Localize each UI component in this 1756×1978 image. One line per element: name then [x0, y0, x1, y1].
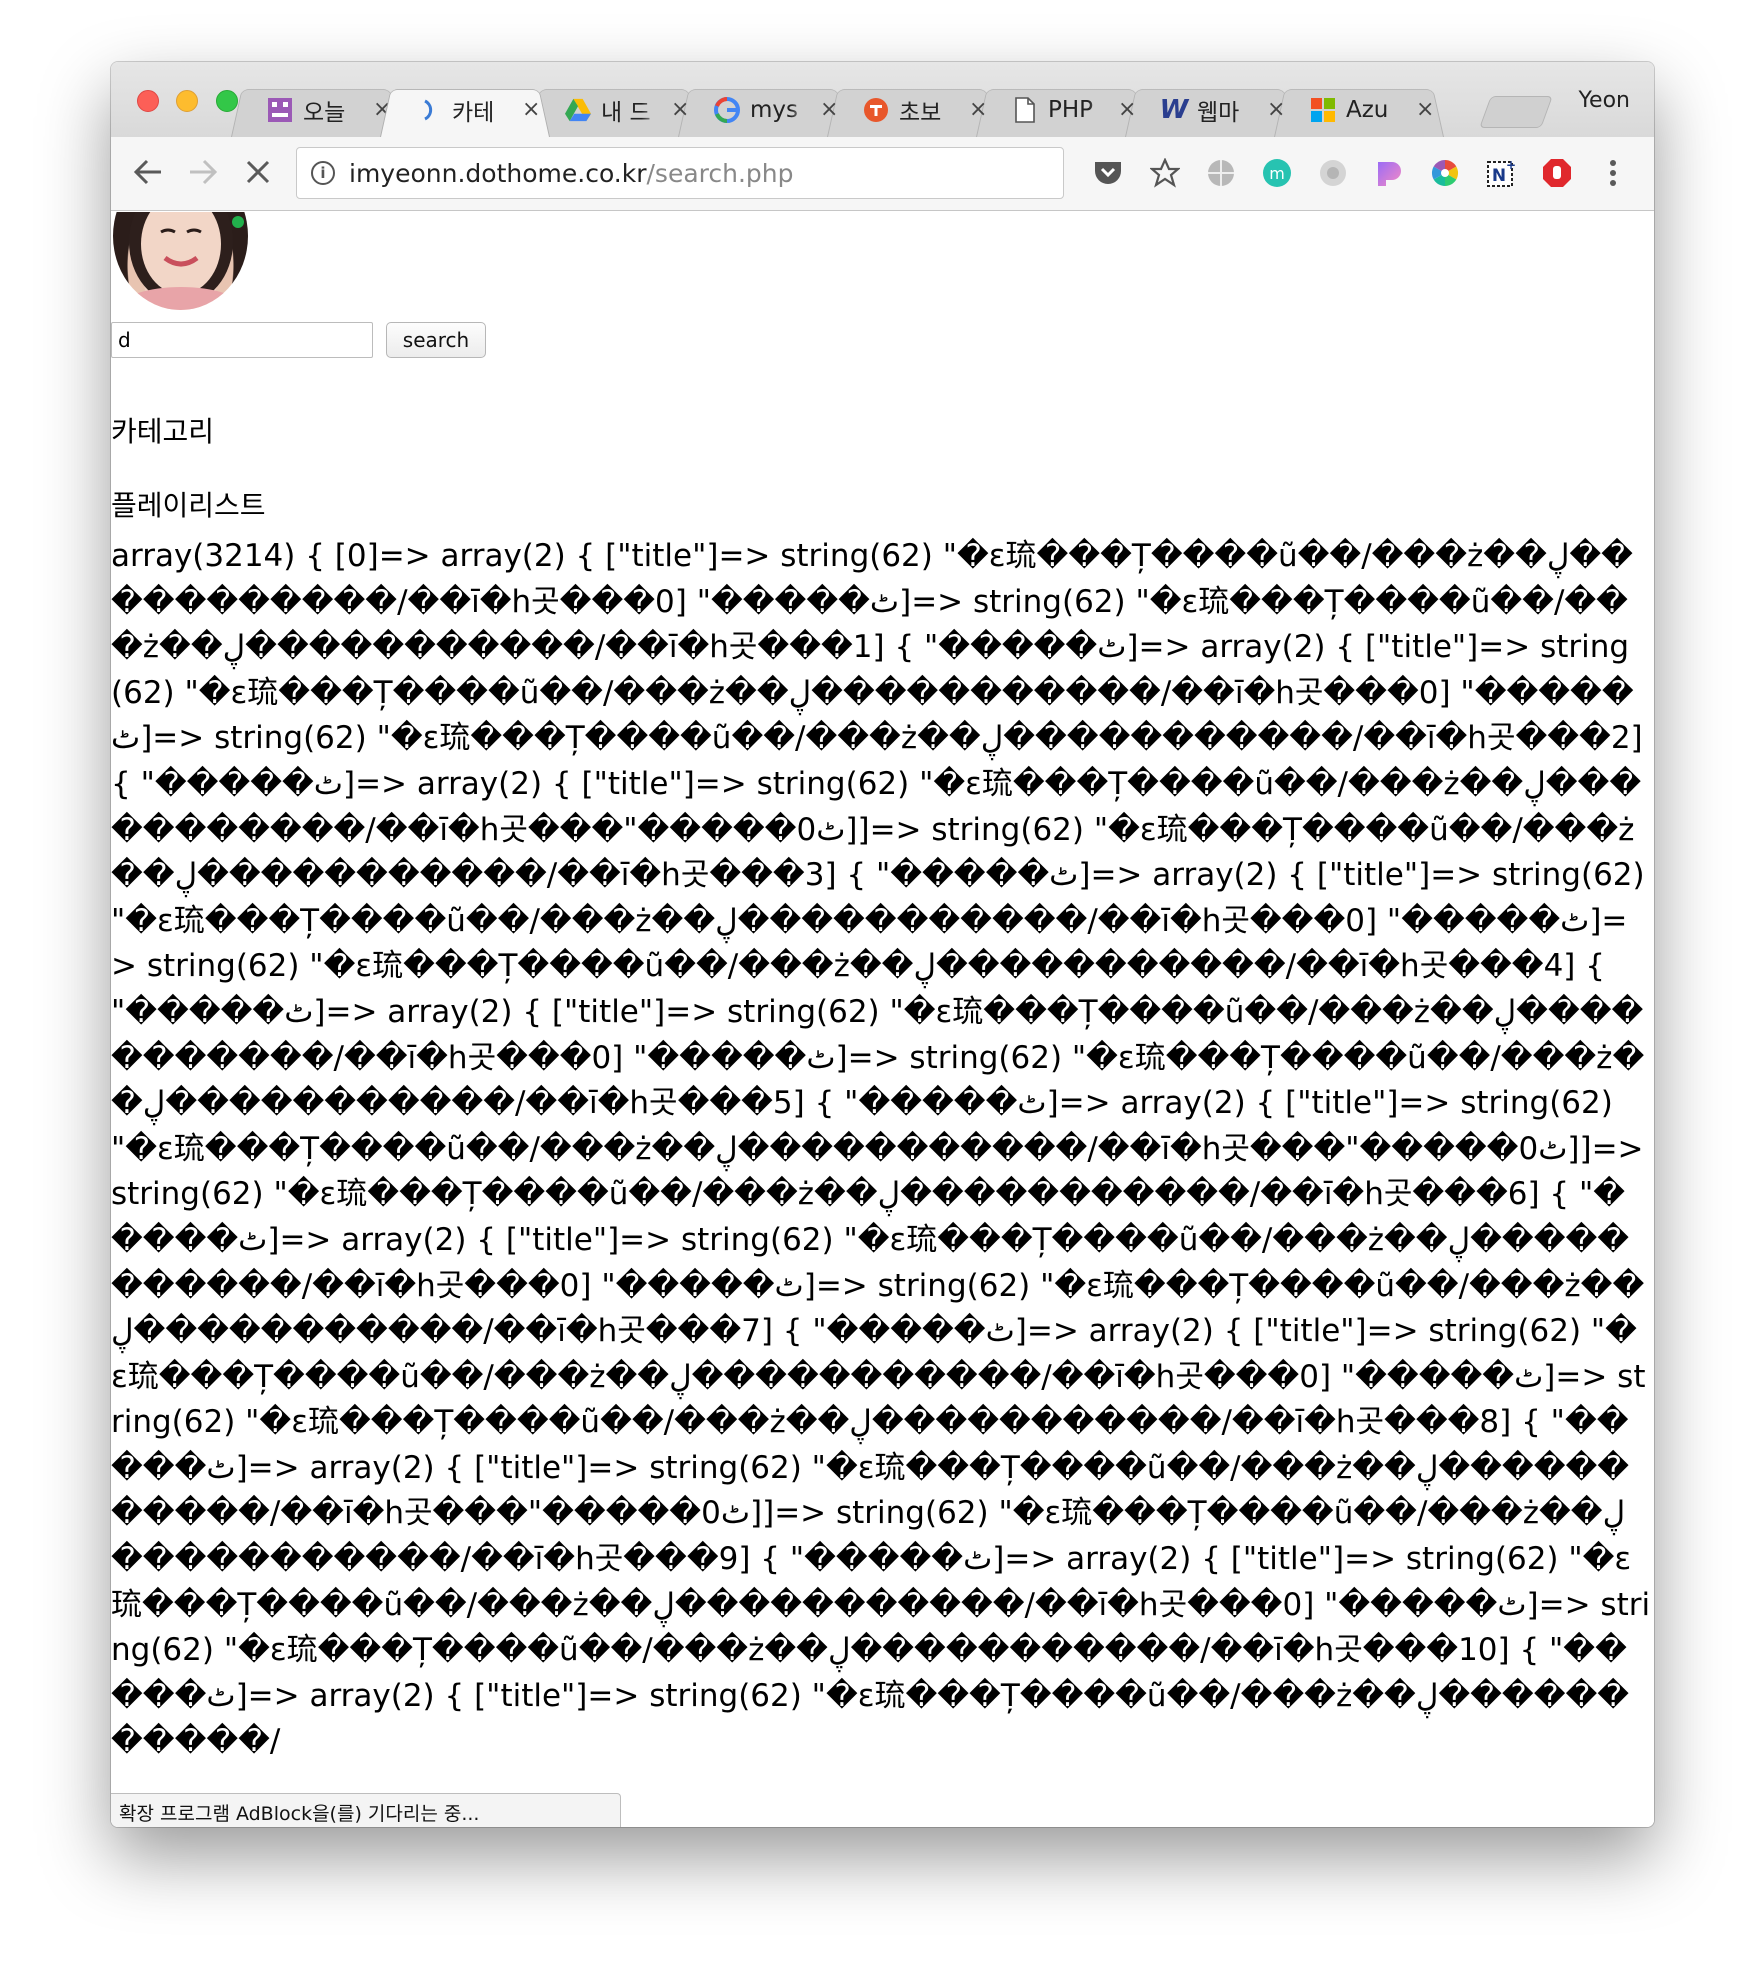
tab-close-icon[interactable]: ×: [1118, 97, 1136, 122]
svg-text:N: N: [1492, 166, 1506, 186]
tab-label: 카테: [452, 99, 495, 126]
search-button[interactable]: search: [386, 322, 486, 358]
tab-close-icon[interactable]: ×: [1416, 97, 1434, 122]
back-button[interactable]: [128, 152, 168, 192]
tab-label: 내 드: [601, 99, 651, 126]
minimize-window-button[interactable]: [176, 90, 198, 112]
tab-label: 웹마: [1197, 99, 1240, 126]
tab-label: 초보: [899, 99, 942, 126]
tab-close-icon[interactable]: ×: [671, 97, 689, 122]
tab-close-icon[interactable]: ×: [1267, 97, 1285, 122]
tab-drive[interactable]: 내 드 ×: [539, 82, 709, 137]
tab-label: Azu: [1346, 96, 1389, 123]
playlist-heading: 플레이리스트: [111, 489, 266, 522]
tab-php[interactable]: PHP ×: [986, 82, 1156, 137]
orange-t-icon: [863, 97, 889, 123]
loading-spinner-icon: [416, 97, 442, 123]
profile-name[interactable]: Yeon: [1579, 88, 1630, 113]
tab-label: mys: [750, 96, 798, 123]
gray-extension-icon[interactable]: [1316, 156, 1350, 190]
more-menu-icon[interactable]: [1596, 156, 1630, 190]
notion-clipper-icon[interactable]: N +: [1484, 156, 1518, 190]
stop-loading-button[interactable]: [238, 152, 278, 192]
pocket-icon[interactable]: [1091, 156, 1125, 190]
forward-arrow-icon: [190, 159, 218, 185]
info-icon[interactable]: i: [311, 161, 335, 185]
tab-beginner[interactable]: 초보 ×: [837, 82, 1007, 137]
new-tab-button[interactable]: [1479, 96, 1553, 128]
gradient-extension-icon[interactable]: [1372, 156, 1406, 190]
svg-text:m: m: [1269, 164, 1285, 183]
tab-strip: 오늘 × 카테 × 내 드 × mys × 초보 × PHP × W 웹마 × …: [111, 62, 1654, 137]
status-bubble: 확장 프로그램 AdBlock을(를) 기다리는 중...: [111, 1793, 621, 1827]
browser-window: 오늘 × 카테 × 내 드 × mys × 초보 × PHP × W 웹마 × …: [111, 62, 1654, 1827]
globe-extension-icon[interactable]: [1204, 156, 1238, 190]
browser-toolbar: i imyeonn.dothome.co.kr/search.php m N +: [111, 137, 1654, 211]
tab-label: 오늘: [303, 99, 346, 126]
url-text: imyeonn.dothome.co.kr/search.php: [349, 159, 794, 188]
adblock-hand-icon[interactable]: [1540, 156, 1574, 190]
url-path: /search.php: [646, 158, 794, 188]
tab-webma[interactable]: W 웹마 ×: [1135, 82, 1305, 137]
tab-close-icon[interactable]: ×: [820, 97, 838, 122]
tab-category[interactable]: 카테 ×: [390, 82, 560, 137]
document-icon: [1012, 96, 1038, 123]
address-bar[interactable]: i imyeonn.dothome.co.kr/search.php: [296, 147, 1064, 199]
url-host: imyeonn.dothome.co.kr: [349, 158, 647, 188]
zoom-window-button[interactable]: [216, 90, 238, 112]
close-window-button[interactable]: [137, 90, 159, 112]
close-icon: [246, 160, 270, 184]
forward-button[interactable]: [183, 152, 223, 192]
svg-text:+: +: [1506, 158, 1516, 172]
teal-m-extension-icon[interactable]: m: [1260, 156, 1294, 190]
microsoft-logo-icon: [1310, 97, 1336, 123]
tab-google-search[interactable]: mys ×: [688, 82, 858, 137]
search-input[interactable]: [111, 322, 373, 358]
tab-label: PHP: [1048, 96, 1094, 123]
google-drive-icon: [565, 97, 591, 123]
page-content: search 카테고리 플레이리스트 array(3214) { [0]=> a…: [111, 212, 1654, 1827]
color-wheel-icon[interactable]: [1428, 156, 1462, 190]
category-heading: 카테고리: [111, 415, 215, 448]
tab-close-icon[interactable]: ×: [969, 97, 987, 122]
back-arrow-icon: [133, 159, 161, 185]
tab-close-icon[interactable]: ×: [522, 97, 540, 122]
var-dump-output: array(3214) { [0]=> array(2) { ["title"]…: [111, 538, 1651, 1760]
profile-photo: [113, 212, 248, 310]
google-g-icon: [714, 96, 740, 123]
w-logo-icon: W: [1159, 94, 1189, 125]
grid-face-icon: [267, 97, 293, 123]
tab-azure[interactable]: Azu ×: [1284, 82, 1454, 137]
bookmark-star-icon[interactable]: [1148, 156, 1182, 190]
